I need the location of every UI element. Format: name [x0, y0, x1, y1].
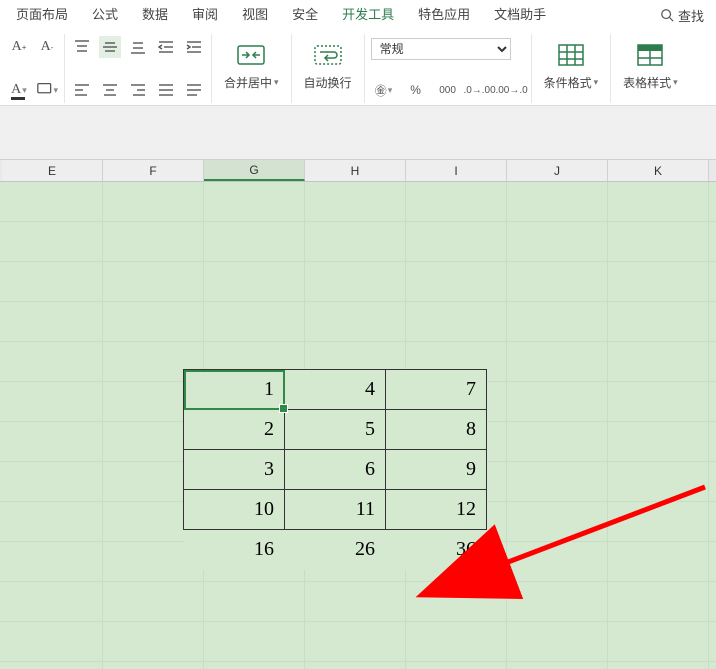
cell[interactable]: 8 [386, 410, 487, 450]
cell[interactable]: 2 [184, 410, 285, 450]
ribbon-group-align [65, 34, 212, 103]
align-justify-button[interactable] [155, 79, 177, 101]
conditional-format-button[interactable]: 条件格式▾ [538, 36, 605, 95]
wrap-text-button[interactable]: 自动换行 [298, 36, 358, 95]
ribbon-group-number: 常规 ㊎▾ % 000 .0→.00 .00→.0 [365, 34, 532, 103]
cond-format-label: 条件格式 [544, 74, 592, 91]
sum-cell[interactable]: 36 [386, 530, 487, 570]
col-header-h[interactable]: H [305, 160, 406, 181]
data-table: 1 4 7 2 5 8 3 6 9 10 11 12 16 26 [183, 369, 487, 570]
grid-icon [557, 43, 585, 67]
align-distribute-button[interactable] [183, 79, 205, 101]
search-button[interactable]: 查找 [652, 6, 712, 25]
cell-grid[interactable]: // rows drawn below via CSS repeating gr… [0, 182, 716, 669]
cell[interactable]: 10 [184, 490, 285, 530]
col-header-j[interactable]: J [507, 160, 608, 181]
tab-special-apps[interactable]: 特色应用 [406, 0, 482, 30]
increase-decimal-button[interactable]: .0→.00 [467, 79, 493, 101]
number-format-select[interactable]: 常规 [371, 38, 511, 60]
increase-font-button[interactable]: A+ [8, 36, 30, 58]
col-header-k[interactable]: K [608, 160, 709, 181]
align-middle-button[interactable] [99, 36, 121, 58]
tab-doc-assistant[interactable]: 文档助手 [482, 0, 558, 30]
col-header-g[interactable]: G [204, 160, 305, 181]
menu-tabs: 页面布局 公式 数据 审阅 视图 安全 开发工具 特色应用 文档助手 查找 [0, 0, 716, 30]
wrap-label: 自动换行 [304, 74, 352, 91]
percent-button[interactable]: % [403, 79, 429, 101]
col-header-f[interactable]: F [103, 160, 204, 181]
table-style-icon [636, 43, 664, 67]
tab-page-layout[interactable]: 页面布局 [4, 0, 80, 30]
search-icon [660, 8, 674, 22]
align-bottom-button[interactable] [127, 36, 149, 58]
search-label: 查找 [678, 6, 704, 25]
col-header-e[interactable]: E [2, 160, 103, 181]
cell[interactable]: 6 [285, 450, 386, 490]
ribbon-group-merge: 合并居中▾ [212, 34, 292, 103]
cell[interactable]: 4 [285, 370, 386, 410]
chevron-down-icon: ▾ [673, 77, 678, 88]
cell[interactable]: 5 [285, 410, 386, 450]
increase-indent-button[interactable] [183, 36, 205, 58]
merge-label: 合并居中 [224, 74, 272, 91]
cell-g-active[interactable]: 1 [184, 370, 285, 410]
tab-review[interactable]: 审阅 [180, 0, 230, 30]
table-row: 1 4 7 [184, 370, 487, 410]
tab-data[interactable]: 数据 [130, 0, 180, 30]
cell[interactable]: 12 [386, 490, 487, 530]
cell[interactable]: 3 [184, 450, 285, 490]
toolbar-gap [0, 106, 716, 160]
decrease-font-button[interactable]: A- [36, 36, 58, 58]
currency-button[interactable]: ㊎▾ [371, 79, 397, 101]
decrease-decimal-button[interactable]: .00→.0 [499, 79, 525, 101]
decrease-indent-button[interactable] [155, 36, 177, 58]
ribbon-toolbar: A+ A- A▾ ▾ 合并居中▾ [0, 30, 716, 106]
table-style-label: 表格样式 [623, 74, 671, 91]
sum-cell[interactable]: 26 [285, 530, 386, 570]
sum-cell[interactable]: 16 [184, 530, 285, 570]
cell[interactable]: 11 [285, 490, 386, 530]
col-header-i[interactable]: I [406, 160, 507, 181]
font-color-button[interactable]: A▾ [8, 79, 30, 101]
tab-dev-tools[interactable]: 开发工具 [330, 0, 406, 30]
comma-button[interactable]: 000 [435, 79, 461, 101]
align-top-button[interactable] [71, 36, 93, 58]
merge-icon [237, 43, 265, 67]
ribbon-group-tablestyle: 表格样式▾ [611, 34, 690, 103]
cell[interactable]: 9 [386, 450, 487, 490]
wrap-icon [314, 43, 342, 67]
ribbon-group-cond: 条件格式▾ [532, 34, 612, 103]
cell[interactable]: 7 [386, 370, 487, 410]
chevron-down-icon: ▾ [594, 77, 599, 88]
tab-view[interactable]: 视图 [230, 0, 280, 30]
fill-color-button[interactable]: ▾ [36, 79, 58, 101]
merge-center-button[interactable]: 合并居中▾ [218, 36, 285, 95]
table-style-button[interactable]: 表格样式▾ [617, 36, 684, 95]
tab-security[interactable]: 安全 [280, 0, 330, 30]
table-row: 2 5 8 [184, 410, 487, 450]
align-center-button[interactable] [99, 79, 121, 101]
table-row: 10 11 12 [184, 490, 487, 530]
sum-row: 16 26 36 [184, 530, 487, 570]
column-headers: E F G H I J K [0, 160, 716, 182]
align-right-button[interactable] [127, 79, 149, 101]
ribbon-group-font: A+ A- A▾ ▾ [2, 34, 65, 103]
tab-formula[interactable]: 公式 [80, 0, 130, 30]
ribbon-group-wrap: 自动换行 [292, 34, 365, 103]
table-row: 3 6 9 [184, 450, 487, 490]
chevron-down-icon: ▾ [274, 77, 279, 88]
spreadsheet: E F G H I J K // rows drawn below via CS… [0, 160, 716, 669]
align-left-button[interactable] [71, 79, 93, 101]
